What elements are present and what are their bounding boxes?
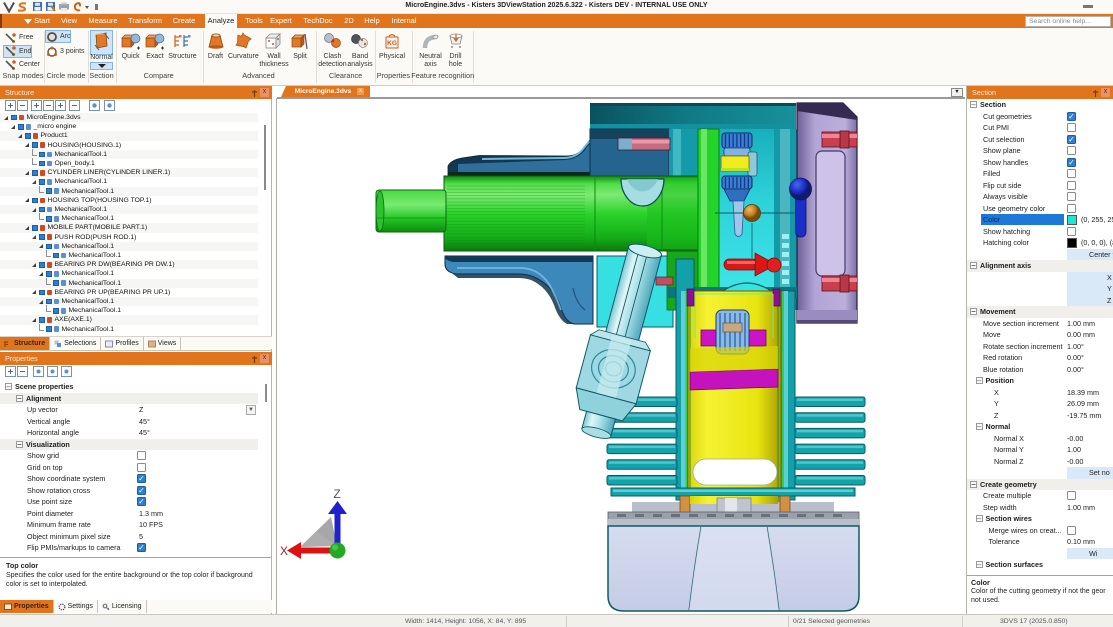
- svg-text:Z: Z: [333, 487, 340, 501]
- svg-text:X: X: [280, 544, 288, 558]
- svg-text:KG: KG: [387, 40, 397, 47]
